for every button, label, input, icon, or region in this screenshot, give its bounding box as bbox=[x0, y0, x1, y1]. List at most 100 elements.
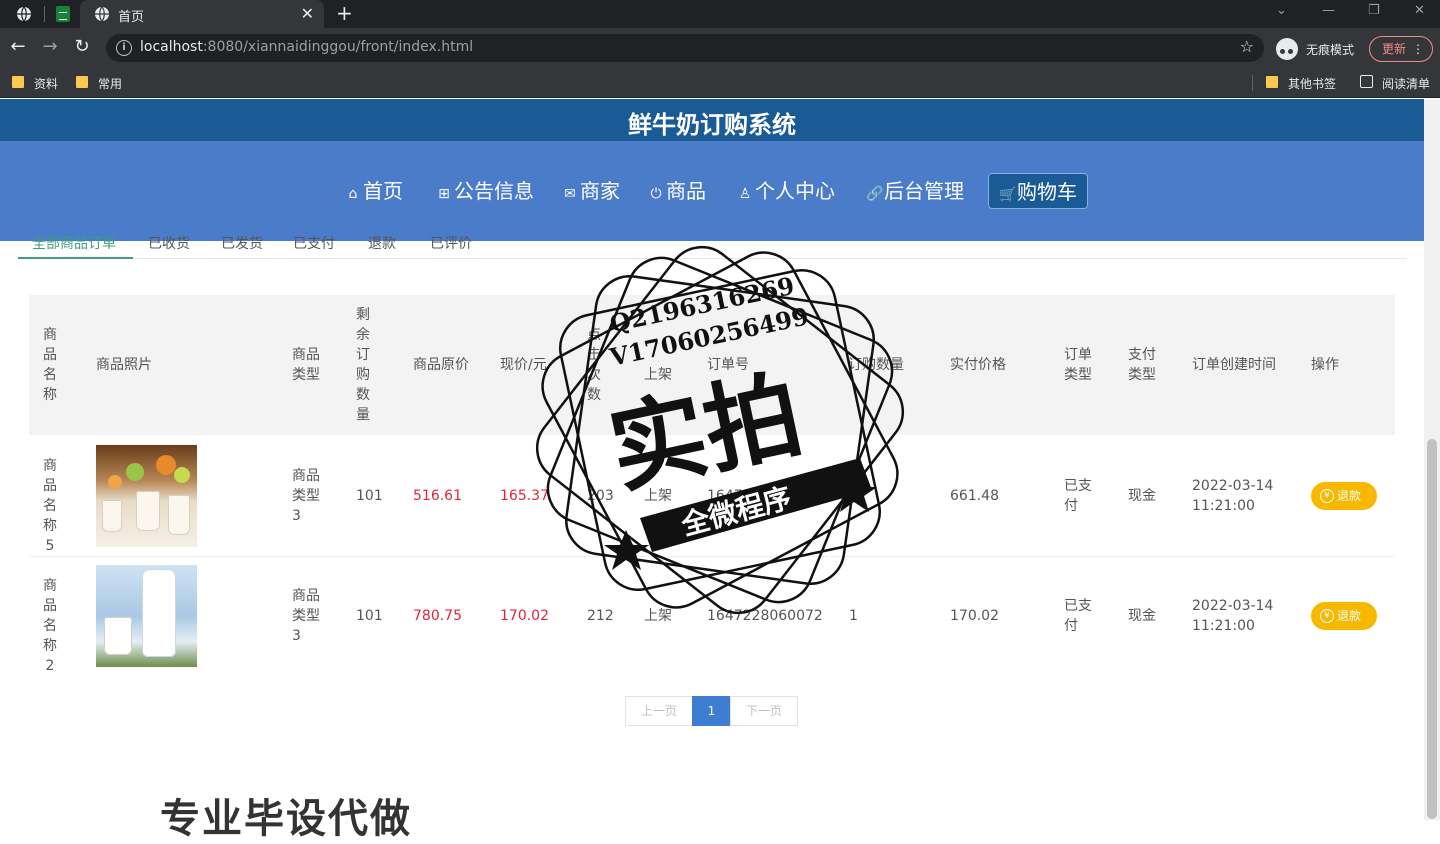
nav-merchants[interactable]: ✉ 商家 bbox=[562, 173, 620, 209]
milk-glasses-photo bbox=[96, 445, 197, 547]
browser-tab-active[interactable]: 首页 ✕ bbox=[80, 0, 324, 28]
cell-created-date: 2022-03-14 bbox=[1192, 478, 1274, 494]
nav-home[interactable]: ⌂ 首页 bbox=[345, 173, 403, 209]
header-clicks: 点击次数 bbox=[587, 327, 601, 403]
cart-icon: 🛒 bbox=[999, 187, 1017, 203]
header-status: 上架 bbox=[644, 367, 672, 383]
cell-pay-type: 现金 bbox=[1128, 608, 1156, 624]
tab-search-icon[interactable]: ⌄ bbox=[1276, 3, 1287, 18]
main-nav: ⌂ 首页 ⊞ 公告信息 ✉ 商家 ⏻ 商品 ♙ 个人中心 🔗后台管理 🛒购物车 bbox=[0, 141, 1424, 241]
yen-icon: ¥ bbox=[1320, 609, 1334, 623]
tab-received[interactable]: 已收货 bbox=[148, 233, 190, 253]
minimize-icon[interactable]: — bbox=[1322, 3, 1335, 18]
tab-all-orders[interactable]: 全部商品订单 bbox=[32, 233, 116, 253]
page-1-button[interactable]: 1 bbox=[692, 696, 731, 726]
restore-icon[interactable]: ❐ bbox=[1368, 3, 1380, 18]
cell-remaining: 101 bbox=[356, 488, 383, 504]
page-scrollbar[interactable] bbox=[1424, 99, 1440, 820]
gift-icon: ⊞ bbox=[438, 186, 450, 202]
other-bookmarks[interactable]: 其他书签 bbox=[1266, 75, 1336, 92]
yen-icon: ¥ bbox=[1320, 489, 1334, 503]
menu-dots-icon: ⋮ bbox=[1412, 42, 1424, 56]
bookmarks-bar: 资料 常用 其他书签 阅读清单 bbox=[0, 68, 1440, 98]
globe-icon bbox=[95, 6, 109, 22]
header-orig-price: 商品原价 bbox=[413, 357, 469, 373]
tab-refund[interactable]: 退款 bbox=[368, 233, 396, 253]
update-button[interactable]: 更新 ⋮ bbox=[1369, 36, 1433, 62]
bookmark-folder[interactable]: 常用 bbox=[76, 75, 122, 92]
nav-products[interactable]: ⏻ 商品 bbox=[648, 173, 706, 209]
close-window-icon[interactable]: ✕ bbox=[1414, 3, 1425, 18]
header-type: 商品类型 bbox=[292, 347, 320, 383]
site-title-bar: 鲜牛奶订购系统 bbox=[0, 99, 1424, 141]
site-title: 鲜牛奶订购系统 bbox=[628, 111, 796, 139]
cell-order-type: 已支付 bbox=[1064, 598, 1092, 634]
order-status-tabs: 全部商品订单 已收货 已发货 已支付 退款 已评价 bbox=[18, 236, 1407, 259]
url-text[interactable]: localhost:8080/xiannaidinggou/front/inde… bbox=[140, 39, 473, 55]
mail-icon: ✉ bbox=[564, 186, 576, 202]
header-order-no: 订单号 bbox=[707, 357, 749, 373]
new-tab-icon[interactable]: + bbox=[336, 1, 353, 25]
reading-list-icon bbox=[1360, 75, 1373, 88]
cell-status: 上架 bbox=[644, 488, 672, 504]
refund-button[interactable]: ¥ 退款 bbox=[1311, 602, 1377, 630]
nav-personal-center[interactable]: ♙ 个人中心 bbox=[737, 173, 835, 209]
close-tab-icon[interactable]: ✕ bbox=[301, 4, 314, 23]
bottom-heading: 专业毕设代做 bbox=[160, 796, 412, 842]
folder-icon bbox=[12, 76, 24, 88]
forward-arrow-icon[interactable]: → bbox=[38, 36, 62, 57]
header-paid: 实付价格 bbox=[950, 357, 1006, 373]
cell-paid: 661.48 bbox=[950, 488, 999, 504]
header-remaining: 剩余订购数量 bbox=[356, 307, 370, 423]
address-bar[interactable]: i localhost:8080/xiannaidinggou/front/in… bbox=[106, 34, 1264, 62]
cell-pay-type: 现金 bbox=[1128, 488, 1156, 504]
link-icon: 🔗 bbox=[866, 186, 884, 202]
tab-reviewed[interactable]: 已评价 bbox=[430, 233, 472, 253]
bookmark-folder[interactable]: 资料 bbox=[12, 75, 58, 92]
cell-type: 商品类型3 bbox=[292, 468, 320, 524]
cell-created-date: 2022-03-14 bbox=[1192, 598, 1274, 614]
cell-price: 170.02 bbox=[500, 608, 549, 624]
cell-type: 商品类型3 bbox=[292, 588, 320, 644]
home-icon: ⌂ bbox=[348, 186, 358, 202]
nav-cart[interactable]: 🛒购物车 bbox=[988, 173, 1088, 209]
tab-shipped[interactable]: 已发货 bbox=[221, 233, 263, 253]
folder-icon bbox=[1266, 76, 1278, 88]
reading-list[interactable]: 阅读清单 bbox=[1360, 75, 1430, 92]
cell-clicks: 203 bbox=[587, 488, 614, 504]
incognito-icon[interactable] bbox=[1276, 38, 1298, 60]
cell-orig-price: 516.61 bbox=[413, 488, 462, 504]
tab-paid[interactable]: 已支付 bbox=[293, 233, 335, 253]
cell-created-time: 11:21:00 bbox=[1192, 498, 1255, 514]
prev-page-button[interactable]: 上一页 bbox=[625, 696, 693, 726]
header-order-type: 订单类型 bbox=[1064, 347, 1092, 383]
reload-icon[interactable]: ↻ bbox=[70, 36, 94, 57]
cell-created-time: 11:21:00 bbox=[1192, 618, 1255, 634]
browser-toolbar: ← → ↻ i localhost:8080/xiannaidinggou/fr… bbox=[0, 28, 1440, 68]
active-tab-underline bbox=[18, 257, 133, 259]
cell-product-name: 商品名称5 bbox=[43, 458, 57, 554]
incognito-label: 无痕模式 bbox=[1306, 43, 1355, 57]
scroll-thumb[interactable] bbox=[1427, 439, 1437, 819]
refund-button[interactable]: ¥ 退款 bbox=[1311, 482, 1377, 510]
row-divider bbox=[29, 556, 1395, 557]
nav-announcements[interactable]: ⊞ 公告信息 bbox=[436, 173, 534, 209]
info-icon[interactable]: i bbox=[116, 40, 132, 56]
cell-product-name: 商品名称2 bbox=[43, 578, 57, 674]
globe-icon[interactable] bbox=[16, 6, 32, 22]
next-page-button[interactable]: 下一页 bbox=[730, 696, 798, 726]
cell-orig-price: 780.75 bbox=[413, 608, 462, 624]
cell-quantity: 1 bbox=[849, 608, 858, 624]
header-quantity: 订购数量 bbox=[848, 357, 904, 373]
header-product-name: 商品名称 bbox=[43, 327, 57, 403]
sheets-tab-icon[interactable] bbox=[56, 6, 70, 22]
tab-separator bbox=[44, 6, 45, 22]
cell-paid: 170.02 bbox=[950, 608, 999, 624]
back-arrow-icon[interactable]: ← bbox=[6, 36, 30, 57]
milk-bottle-photo bbox=[96, 565, 197, 667]
header-price: 现价/元 bbox=[500, 357, 547, 373]
user-icon: ♙ bbox=[738, 186, 752, 202]
nav-admin[interactable]: 🔗后台管理 bbox=[866, 173, 964, 209]
bookmark-star-icon[interactable]: ☆ bbox=[1240, 37, 1254, 56]
cell-order-type: 已支付 bbox=[1064, 478, 1092, 514]
